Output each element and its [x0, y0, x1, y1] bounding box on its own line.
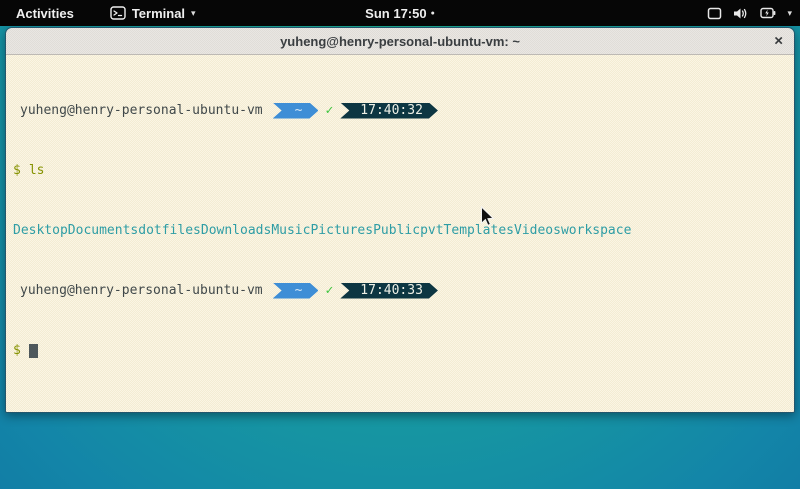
prompt-cwd-segment: ~	[273, 283, 319, 299]
directory-item: Documents	[68, 223, 138, 238]
directory-item: Videos	[514, 223, 561, 238]
prompt-cwd: ~	[295, 283, 303, 298]
prompt-line: yuheng@henry-personal-ubuntu-vm ~ ✓ 17:4…	[13, 283, 790, 298]
top-bar: Activities Terminal ▾ Sun 17:50 ● ▾	[0, 0, 800, 26]
window-titlebar[interactable]: yuheng@henry-personal-ubuntu-vm: ~ ×	[6, 28, 794, 55]
check-icon: ✓	[325, 103, 333, 118]
command-text: ls	[29, 163, 45, 178]
volume-icon	[733, 7, 749, 20]
directory-item: Downloads	[201, 223, 271, 238]
directory-listing: Desktop Documents dotfiles Downloads Mus…	[13, 223, 790, 238]
directory-item: workspace	[561, 223, 631, 238]
terminal-icon	[110, 6, 126, 20]
check-icon: ✓	[325, 283, 333, 298]
chevron-down-icon: ▾	[787, 9, 792, 18]
directory-item: Music	[271, 223, 310, 238]
chevron-down-icon: ▾	[191, 9, 196, 18]
clock-label: Sun 17:50	[365, 6, 426, 21]
battery-charging-icon	[760, 7, 776, 19]
close-button[interactable]: ×	[774, 34, 783, 49]
mouse-cursor	[480, 206, 495, 227]
prompt-user: yuheng@henry-personal-ubuntu-vm	[13, 103, 263, 118]
app-menu[interactable]: Terminal ▾	[110, 6, 196, 21]
directory-item: Templates	[444, 223, 514, 238]
prompt-cwd: ~	[295, 103, 303, 118]
system-status-area[interactable]: ▾	[707, 7, 792, 20]
prompt-time: 17:40:33	[360, 283, 423, 298]
prompt-symbol: $	[13, 163, 21, 178]
directory-item: pvt	[420, 223, 443, 238]
prompt-cwd-segment: ~	[273, 103, 319, 119]
activities-button[interactable]: Activities	[10, 4, 80, 23]
display-icon	[707, 7, 722, 20]
notification-dot-icon: ●	[431, 10, 435, 17]
terminal-content[interactable]: yuheng@henry-personal-ubuntu-vm ~ ✓ 17:4…	[6, 55, 794, 412]
prompt-time-segment: 17:40:33	[340, 283, 438, 299]
input-line[interactable]: $	[13, 343, 790, 358]
prompt-line: yuheng@henry-personal-ubuntu-vm ~ ✓ 17:4…	[13, 103, 790, 118]
text-cursor	[29, 344, 38, 358]
prompt-time-segment: 17:40:32	[340, 103, 438, 119]
directory-item: Desktop	[13, 223, 68, 238]
directory-item: Pictures	[310, 223, 373, 238]
directory-item: Public	[373, 223, 420, 238]
prompt-time: 17:40:32	[360, 103, 423, 118]
clock-button[interactable]: Sun 17:50 ●	[365, 6, 435, 21]
prompt-symbol: $	[13, 343, 21, 358]
terminal-window: yuheng@henry-personal-ubuntu-vm: ~ × yuh…	[5, 27, 795, 413]
window-title: yuheng@henry-personal-ubuntu-vm: ~	[280, 34, 520, 49]
command-line: $ ls	[13, 163, 790, 178]
directory-item: dotfiles	[138, 223, 201, 238]
app-menu-label: Terminal	[132, 6, 185, 21]
prompt-user: yuheng@henry-personal-ubuntu-vm	[13, 283, 263, 298]
